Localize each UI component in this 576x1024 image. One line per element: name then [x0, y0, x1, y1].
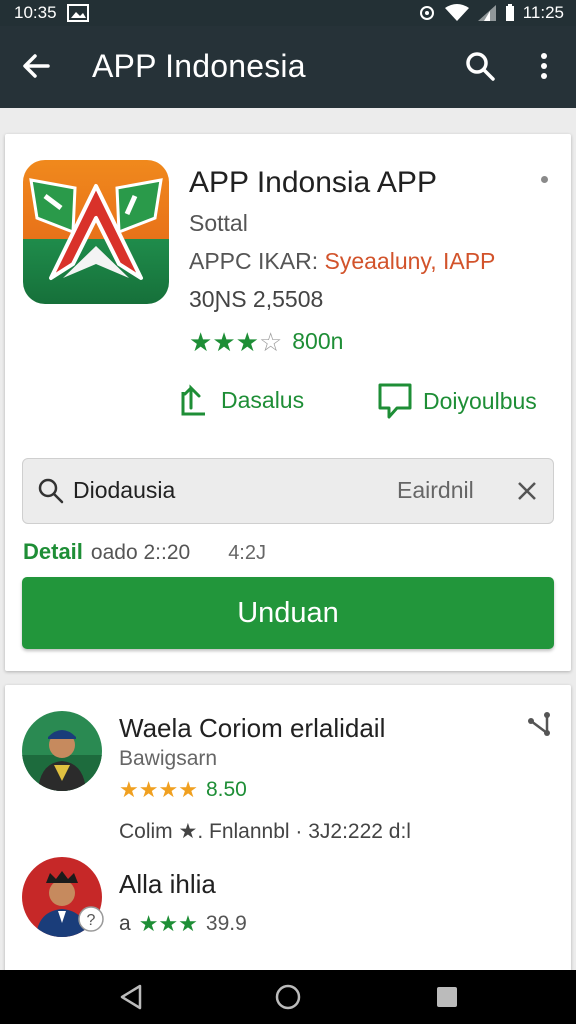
detail-number: 4:2J	[228, 542, 266, 564]
rating-count: 800n	[292, 328, 344, 354]
toolbar-title: APP Indonesia	[92, 48, 306, 84]
star-full-icon: ★	[235, 326, 259, 357]
status-time-right: 11:25	[522, 3, 564, 22]
comment-button[interactable]: Doiyoulbus	[377, 382, 537, 420]
detail-label[interactable]: Detail	[23, 539, 83, 565]
search-icon	[38, 478, 64, 504]
star-full-icon: ★	[189, 326, 213, 357]
recents-square-icon[interactable]	[432, 982, 462, 1012]
share-icon[interactable]	[525, 711, 553, 739]
share-label: Dasalus	[221, 386, 305, 413]
search-field[interactable]: Diodausia Eairdnil	[22, 458, 554, 524]
app-meta: 30ƝS 2,5508	[189, 286, 324, 312]
app-detail-card: APP Indonsia APP Sottal APPC IKAR: Syeaa…	[5, 134, 571, 671]
close-icon[interactable]	[515, 479, 539, 503]
status-bar: 10:35 11:25	[0, 0, 576, 26]
detail-time: oado 2::20	[90, 541, 191, 564]
sync-icon	[419, 6, 434, 20]
star-full-icon: ★	[212, 326, 236, 357]
list-item-title: Waela Coriom erlalidail	[119, 713, 386, 743]
comment-label: Doiyoulbus	[423, 387, 537, 414]
list-item-rating-value: 39.9	[205, 912, 247, 935]
app-toolbar: APP Indonesia	[0, 26, 576, 108]
share-button[interactable]: Dasalus	[177, 382, 304, 418]
detail-row: Detail oado 2::20 4:2J	[23, 539, 266, 565]
status-time-left: 10:35	[14, 3, 57, 22]
arrow-back-icon[interactable]	[18, 48, 54, 84]
more-vert-icon[interactable]	[530, 48, 558, 84]
list-item-rating-value: 8.50	[205, 778, 247, 801]
home-circle-icon[interactable]	[273, 982, 303, 1012]
status-left: 10:35	[14, 3, 89, 23]
image-notification-icon	[66, 4, 89, 22]
status-right: 11:25	[417, 3, 564, 23]
back-triangle-icon[interactable]	[116, 982, 146, 1012]
star-full-icon: ★	[119, 777, 139, 802]
avatar[interactable]	[22, 711, 102, 791]
share-icon	[181, 384, 205, 416]
app-logo-icon[interactable]	[23, 160, 169, 304]
star-full-icon: ★	[158, 911, 179, 936]
star-full-icon: ★	[158, 777, 179, 802]
list-item-rating: ★ ★ ★ ★ 8.50	[119, 777, 247, 803]
search-extra: Eairdnil	[397, 477, 474, 503]
related-apps-card: Waela Coriom erlalidail Bawigsarn ★ ★ ★ …	[5, 685, 571, 985]
star-full-icon: ★	[178, 911, 198, 936]
overflow-dot-icon[interactable]	[541, 176, 548, 183]
app-title: APP Indonsia APP	[189, 166, 437, 199]
star-empty-icon: ☆	[258, 326, 283, 357]
cellular-signal-icon	[477, 5, 496, 21]
help-badge-icon: ?	[78, 906, 104, 932]
comment-icon	[378, 383, 412, 419]
battery-icon	[505, 4, 514, 21]
svg-text:?: ?	[87, 912, 96, 929]
system-nav-bar	[0, 970, 576, 1024]
wifi-icon	[444, 4, 469, 21]
list-item-rating: a ★ ★ ★ 39.9	[119, 911, 247, 937]
star-half-icon: ★	[178, 777, 198, 802]
list-item-title: Alla ihlia	[119, 869, 216, 899]
star-full-icon: ★	[138, 777, 159, 802]
app-developer: APPC IKAR: Syeaaluny, IAPP	[189, 248, 495, 275]
install-button[interactable]: Unduan	[22, 577, 554, 649]
search-query: Diodausia	[73, 477, 176, 503]
list-item-subtitle: Bawigsarn	[119, 747, 218, 770]
developer-name[interactable]: Syeaaluny, IAPP	[325, 248, 496, 274]
app-rating: ★ ★ ★ ☆ 800n	[189, 328, 343, 355]
list-item-meta: Colim ★. Fnlannbl · 3J2:222 d:l	[119, 820, 411, 843]
search-icon[interactable]	[462, 48, 498, 84]
list-item-rating-prefix: a	[119, 912, 131, 935]
developer-prefix: APPC IKAR:	[189, 248, 319, 274]
app-category: Sottal	[189, 210, 248, 236]
star-full-icon: ★	[138, 911, 159, 936]
